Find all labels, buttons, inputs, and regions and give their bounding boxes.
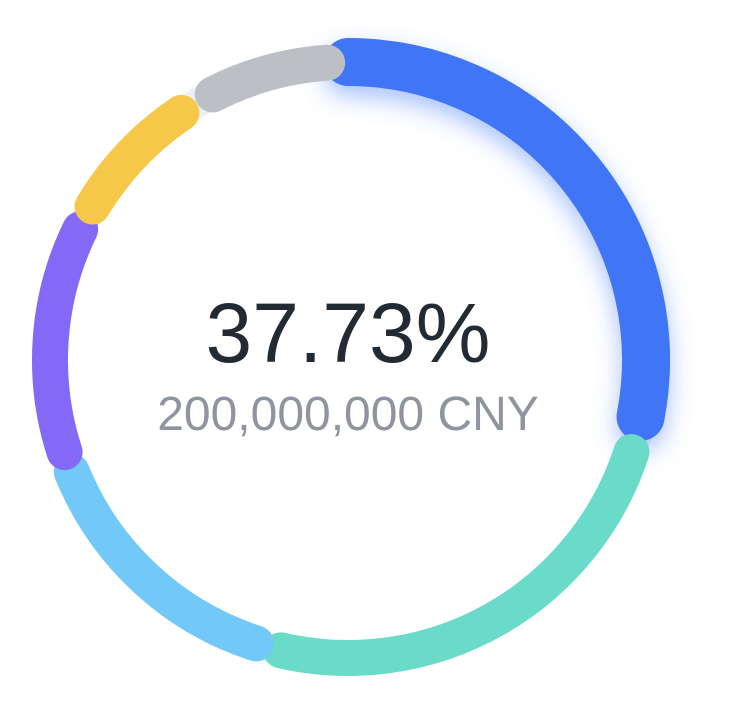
- donut-center: 37.73% 200,000,000 CNY: [157, 291, 539, 439]
- segment-teal[interactable]: [262, 434, 650, 676]
- segment-grey[interactable]: [194, 44, 346, 113]
- segment-yellow[interactable]: [74, 94, 200, 225]
- center-amount: 200,000,000 CNY: [157, 388, 539, 441]
- segment-light-blue[interactable]: [53, 453, 274, 662]
- center-percentage: 37.73%: [205, 286, 491, 380]
- donut-chart-card: 37.73% 200,000,000 CNY: [0, 0, 750, 710]
- segment-purple[interactable]: [32, 211, 99, 471]
